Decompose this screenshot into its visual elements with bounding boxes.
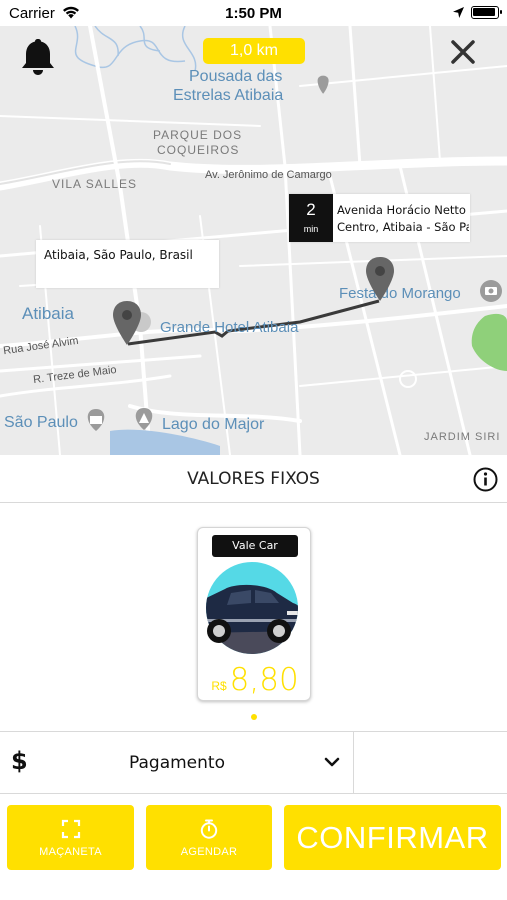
agendar-label: AGENDAR (180, 846, 238, 858)
distance-value: 1,0 km (229, 42, 278, 59)
location-arrow-icon (453, 7, 464, 18)
section-title: VALORES FIXOS (187, 469, 320, 489)
origin-pin-icon (113, 301, 141, 345)
app-screen: Carrier 1:50 PM Pousada das Estrelas Ati… (0, 0, 507, 900)
map-label-parque: COQUEIROS (157, 143, 240, 157)
eta-value: 2 (306, 200, 316, 219)
confirm-button[interactable]: CONFIRMAR (284, 805, 501, 870)
distance-badge: 1,0 km (203, 38, 305, 64)
origin-address-box[interactable]: Atibaia, São Paulo, Brasil (36, 240, 219, 288)
close-icon[interactable] (449, 38, 477, 66)
payment-extra-cell[interactable] (355, 732, 507, 793)
destination-line: Avenida Horácio Netto 640, (337, 203, 469, 217)
map-label-pousada: Estrelas Atibaia (173, 87, 284, 104)
map-label-grande-hotel: Grande Hotel Atibaia (160, 319, 299, 336)
eta-badge: 2 min (289, 194, 333, 242)
price-amount: 8,80 (229, 662, 299, 698)
info-icon[interactable] (473, 467, 498, 492)
price-currency: R$ (211, 679, 227, 693)
map-label-festa-morango: Festa do Morango (339, 285, 461, 302)
agendar-button[interactable]: AGENDAR (146, 805, 272, 870)
chevron-down-icon (324, 757, 340, 767)
destination-line: Centro, Atibaia - São Paulo, (337, 220, 469, 234)
fixed-values-header: VALORES FIXOS (0, 455, 507, 503)
bell-icon[interactable] (20, 36, 56, 76)
payment-method-select[interactable]: $ Pagamento (0, 732, 354, 793)
payment-row: $ Pagamento (0, 731, 507, 794)
map-label-jardim: JARDIM SIRI (424, 431, 501, 443)
vehicle-name: Vale Car (212, 535, 298, 557)
confirm-label: CONFIRMAR (296, 820, 489, 855)
destination-address: Avenida Horácio Netto 640, Centro, Atiba… (337, 202, 469, 236)
map-label-pousada: Pousada das (189, 68, 283, 85)
destination-callout[interactable]: 2 min Avenida Horácio Netto 640, Centro,… (289, 194, 470, 242)
car-icon (206, 562, 298, 654)
expand-frame-icon (61, 819, 80, 839)
map-label-sao-paulo: São Paulo (4, 414, 78, 431)
clock: 1:50 PM (225, 5, 282, 22)
macaneta-label: MAÇANETA (39, 846, 102, 858)
status-bar: Carrier 1:50 PM (0, 0, 507, 26)
payment-label: Pagamento (129, 753, 225, 773)
map-label-atibaia: Atibaia (22, 304, 74, 323)
origin-address: Atibaia, São Paulo, Brasil (44, 248, 193, 262)
map-label-vila-salles: VILA SALLES (52, 177, 138, 191)
battery-icon (471, 6, 502, 19)
vehicle-price: R$8,80 (198, 662, 312, 698)
map-label-parque: PARQUE DOS (153, 128, 243, 142)
stopwatch-icon (200, 819, 218, 839)
map-view[interactable]: Pousada das Estrelas Atibaia PARQUE DOS … (0, 26, 507, 455)
vehicle-option-card[interactable]: Vale Car R$8,80 (197, 527, 311, 701)
eta-unit: min (303, 224, 319, 234)
destination-pin-icon (366, 257, 394, 301)
carousel-page-indicator (251, 714, 257, 720)
map-label-avenue: Av. Jerônimo de Camargo (205, 169, 332, 181)
map-label-lago: Lago do Major (162, 416, 265, 433)
macaneta-button[interactable]: MAÇANETA (7, 805, 134, 870)
